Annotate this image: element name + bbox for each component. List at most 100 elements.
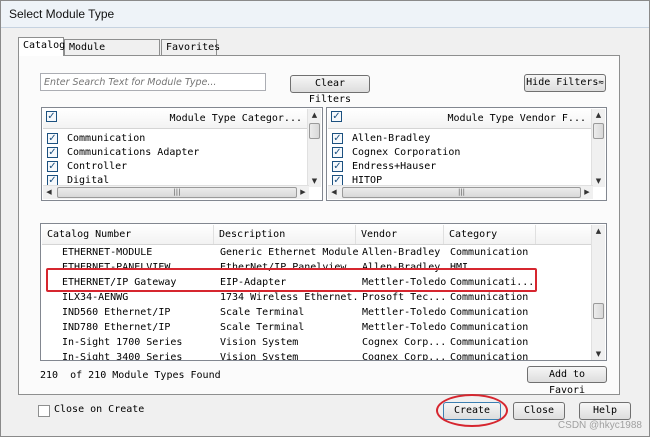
catalog-number-cell: ETHERNET/IP Gateway (62, 277, 177, 288)
clear-filters-button[interactable]: Clear Filters (290, 75, 370, 105)
scroll-thumb[interactable] (593, 123, 604, 139)
description-cell: Vision System (220, 352, 299, 361)
tab-catalog[interactable]: Catalog (18, 37, 65, 56)
description-cell: EIP-Adapter (220, 277, 287, 288)
table-row[interactable]: ETHERNET-PANELVIEW EtherNet/IP Panelview A… (42, 260, 592, 275)
table-row[interactable]: ETHERNET/IP Gateway EIP-Adapter Mettler-To… (42, 275, 592, 290)
vendor-checkbox[interactable]: ✓ (332, 133, 343, 144)
scroll-thumb[interactable]: ||| (342, 187, 581, 198)
category-item[interactable]: ✓ Controller (43, 160, 308, 174)
table-row[interactable]: IND780 Ethernet/IP Scale Terminal Mettler-… (42, 320, 592, 335)
column-header-description[interactable]: Description (214, 225, 356, 244)
vendor-cell: Mettler-Toledo (362, 307, 447, 318)
category-horizontal-scrollbar[interactable]: ◀ ||| ▶ (43, 185, 309, 199)
vendor-label: Endress+Hauser (352, 161, 437, 172)
catalog-table: Catalog Number Description Vendor Catego… (40, 223, 607, 361)
category-filter-header: ✓ Module Type Categor... (43, 109, 308, 129)
category-filter-title: Module Type Categor... (169, 113, 302, 124)
column-header-vendor[interactable]: Vendor (356, 225, 444, 244)
vendor-cell: Cognex Corp... (362, 352, 447, 361)
catalog-number-cell: IND780 Ethernet/IP (62, 322, 171, 333)
vendor-checkbox[interactable]: ✓ (332, 147, 343, 158)
catalog-number-cell: IND560 Ethernet/IP (62, 307, 171, 318)
vendor-cell: Prosoft Tec... (362, 292, 447, 303)
vendor-item[interactable]: ✓ Endress+Hauser (328, 160, 592, 174)
column-header-catalog-number[interactable]: Catalog Number (42, 225, 214, 244)
scroll-thumb[interactable] (309, 123, 320, 139)
vendor-horizontal-scrollbar[interactable]: ◀ ||| ▶ (328, 185, 593, 199)
description-cell: Vision System (220, 337, 299, 348)
search-input[interactable] (40, 73, 266, 91)
table-row[interactable]: ETHERNET-MODULE Generic Ethernet Module Al… (42, 245, 592, 260)
close-on-create-checkbox[interactable] (38, 405, 50, 417)
category-cell: Communication (450, 247, 529, 258)
scroll-left-icon[interactable]: ◀ (328, 186, 340, 199)
scroll-down-icon[interactable]: ▼ (592, 175, 605, 187)
scroll-up-icon[interactable]: ▲ (592, 225, 605, 237)
category-checkbox[interactable]: ✓ (47, 161, 58, 172)
category-cell: Communication (450, 307, 529, 318)
category-checkbox[interactable]: ✓ (47, 133, 58, 144)
table-row[interactable]: IND560 Ethernet/IP Scale Terminal Mettler-… (42, 305, 592, 320)
table-row[interactable]: ILX34-AENWG 1734 Wireless Ethernet... Pros… (42, 290, 592, 305)
scroll-left-icon[interactable]: ◀ (43, 186, 55, 199)
select-all-vendors-checkbox[interactable]: ✓ (331, 111, 342, 122)
add-to-favorites-button[interactable]: Add to Favori (527, 366, 607, 396)
column-header-category[interactable]: Category (444, 225, 536, 244)
category-label: Communication (67, 133, 146, 144)
catalog-number-cell: In-Sight 1700 Series (62, 337, 183, 348)
scroll-right-icon[interactable]: ▶ (581, 186, 593, 199)
results-text: of 210 Module Types Found (70, 370, 221, 381)
collapse-icon: ≈ (598, 78, 604, 88)
scroll-thumb[interactable]: ||| (57, 187, 297, 198)
vendor-cell: Cognex Corp... (362, 337, 447, 348)
vendor-label: Allen-Bradley (352, 133, 431, 144)
category-item[interactable]: ✓ Communications Adapter (43, 146, 308, 160)
category-item[interactable]: ✓ Communication (43, 132, 308, 146)
category-cell: Communication (450, 292, 529, 303)
description-cell: EtherNet/IP Panelview (220, 262, 347, 273)
category-cell: Communicati... (450, 277, 534, 288)
category-cell: Communication (450, 337, 529, 348)
tab-module-discovery[interactable]: Module Discovery (64, 39, 160, 69)
window-title: Select Module Type (9, 7, 115, 21)
scroll-up-icon[interactable]: ▲ (592, 109, 605, 121)
vendor-cell: Mettler-Toledo (362, 322, 447, 333)
scroll-down-icon[interactable]: ▼ (308, 175, 321, 187)
description-cell: Scale Terminal (220, 307, 305, 318)
description-cell: Scale Terminal (220, 322, 305, 333)
category-filter-list: ✓ Module Type Categor... ✓ Communication… (41, 107, 323, 201)
catalog-vertical-scrollbar[interactable]: ▲ ▼ (591, 225, 605, 360)
vendor-label: Cognex Corporation (352, 147, 461, 158)
description-cell: Generic Ethernet Module (220, 247, 358, 258)
vendor-checkbox[interactable]: ✓ (332, 161, 343, 172)
results-number: 210 (40, 370, 59, 381)
table-row[interactable]: In-Sight 3400 Series Vision System Cognex … (42, 350, 592, 361)
tab-favorites[interactable]: Favorites (161, 39, 220, 55)
catalog-number-cell: In-Sight 3400 Series (62, 352, 183, 361)
vendor-filter-title: Module Type Vendor F... (447, 113, 586, 124)
category-label: Controller (67, 161, 128, 172)
vendor-item[interactable]: ✓ Cognex Corporation (328, 146, 592, 160)
vendor-vertical-scrollbar[interactable]: ▲ ▼ (591, 109, 605, 187)
scroll-thumb[interactable] (593, 303, 604, 319)
help-button[interactable]: Help (579, 402, 631, 420)
scroll-right-icon[interactable]: ▶ (297, 186, 309, 199)
category-vertical-scrollbar[interactable]: ▲ ▼ (307, 109, 321, 187)
hide-filters-button[interactable]: Hide Filters≈ (524, 74, 606, 92)
close-button[interactable]: Close (513, 402, 565, 420)
vendor-item[interactable]: ✓ Allen-Bradley (328, 132, 592, 146)
scroll-up-icon[interactable]: ▲ (308, 109, 321, 121)
category-label: Communications Adapter (67, 147, 200, 158)
category-checkbox[interactable]: ✓ (47, 147, 58, 158)
vendor-filter-header: ✓ Module Type Vendor F... (328, 109, 592, 129)
catalog-number-cell: ETHERNET-PANELVIEW (62, 262, 171, 273)
select-all-categories-checkbox[interactable]: ✓ (46, 111, 57, 122)
catalog-number-cell: ETHERNET-MODULE (62, 247, 153, 258)
description-cell: 1734 Wireless Ethernet... (220, 292, 358, 303)
table-row[interactable]: In-Sight 1700 Series Vision System Cognex … (42, 335, 592, 350)
scroll-down-icon[interactable]: ▼ (592, 348, 605, 360)
title-bar: Select Module Type (1, 1, 649, 28)
vendor-filter-list: ✓ Module Type Vendor F... ✓ Allen-Bradle… (326, 107, 607, 201)
create-button[interactable]: Create (443, 402, 501, 420)
